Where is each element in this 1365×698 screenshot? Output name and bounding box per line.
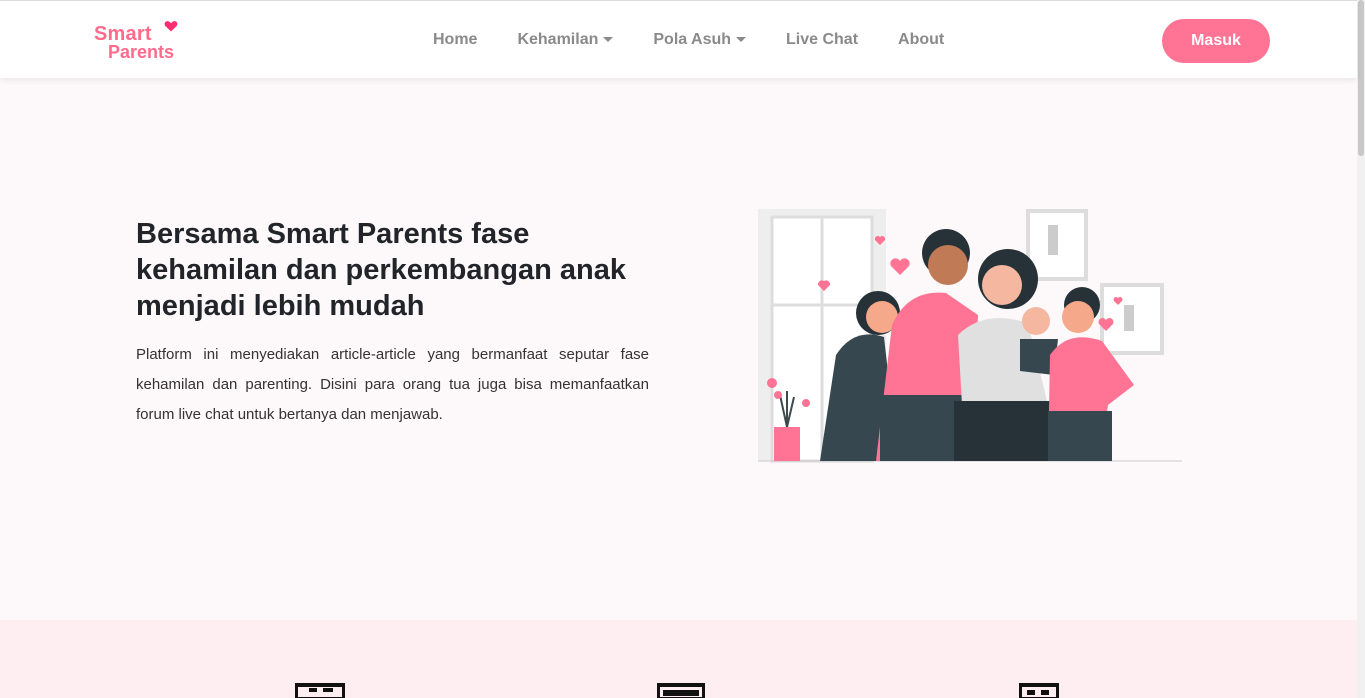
hero-title: Bersama Smart Parents fase kehamilan dan…: [136, 218, 626, 322]
nav-pola-asuh-label: Pola Asuh: [653, 30, 732, 48]
nav-menu: Home Kehamilan Pola Asuh Live Chat About: [433, 1, 984, 78]
heart-icon: [164, 21, 178, 32]
family-illustration: [758, 209, 1182, 463]
nav-live-chat[interactable]: Live Chat: [786, 31, 858, 49]
nav-about[interactable]: About: [898, 31, 944, 49]
nav-pola-asuh-dropdown[interactable]: Pola Asuh: [653, 30, 747, 49]
nav-home-label: Home: [433, 30, 478, 48]
login-button[interactable]: Masuk: [1162, 19, 1270, 63]
nav-kehamilan-label: Kehamilan: [517, 30, 599, 48]
scrollbar-thumb[interactable]: [1358, 0, 1364, 156]
navbar: Smart Parents Home Kehamilan Pola Asuh L…: [0, 0, 1357, 78]
page-scrollbar[interactable]: [1357, 0, 1365, 698]
features-section: [0, 620, 1357, 698]
nav-home[interactable]: Home: [433, 31, 477, 49]
brand-logo[interactable]: Smart Parents: [94, 19, 194, 63]
nav-about-label: About: [898, 30, 945, 48]
nav-kehamilan-dropdown[interactable]: Kehamilan: [517, 30, 614, 49]
chat-icon: [1019, 683, 1059, 698]
caret-down-icon: [736, 37, 747, 42]
caret-down-icon: [603, 37, 614, 42]
brand-line-2: Parents: [108, 42, 175, 62]
nav-live-chat-label: Live Chat: [786, 30, 859, 48]
hero-description: Platform ini menyediakan article-article…: [136, 346, 649, 423]
article-icon: [295, 683, 345, 698]
news-icon: [657, 683, 705, 698]
